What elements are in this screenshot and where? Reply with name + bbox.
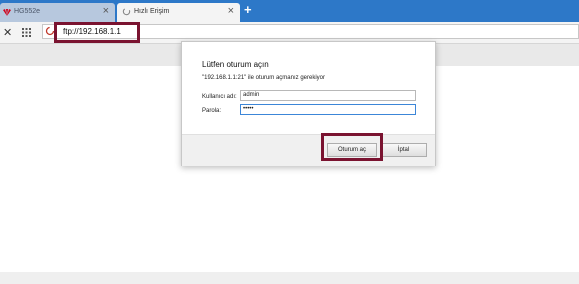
password-label: Parola: (202, 108, 222, 114)
page-footer-band (0, 272, 579, 284)
password-input[interactable]: ••••• (240, 104, 416, 115)
dialog-title: Lütfen oturum açın (202, 60, 269, 69)
login-dialog: Lütfen oturum açın "192.168.1.1:21" ile … (181, 41, 436, 166)
new-tab-button[interactable]: + (244, 3, 252, 16)
tab-hizli-erisim[interactable]: Hızlı Erişim × (117, 3, 240, 22)
tab-label: HG552e (14, 8, 41, 15)
tab-strip: HG552e × Hızlı Erişim × + (0, 0, 579, 22)
loading-spinner-icon (122, 7, 131, 16)
login-button-highlight-box (321, 133, 383, 161)
username-input[interactable]: admin (240, 90, 416, 101)
close-icon[interactable]: × (103, 6, 109, 17)
username-label: Kullanıcı adı: (202, 94, 237, 100)
cancel-button[interactable]: İptal (380, 143, 427, 157)
huawei-icon (3, 9, 11, 16)
tab-label: Hızlı Erişim (134, 8, 170, 15)
stop-icon[interactable]: ✕ (3, 26, 12, 39)
dialog-message: "192.168.1.1:21" ile oturum açmanız gere… (202, 75, 325, 81)
close-icon[interactable]: × (228, 6, 234, 17)
dialog-footer: Oturum aç İptal (182, 134, 435, 166)
address-highlight-box (54, 22, 140, 43)
tab-hg552e[interactable]: HG552e × (0, 3, 115, 22)
apps-grid-icon[interactable] (22, 28, 31, 37)
